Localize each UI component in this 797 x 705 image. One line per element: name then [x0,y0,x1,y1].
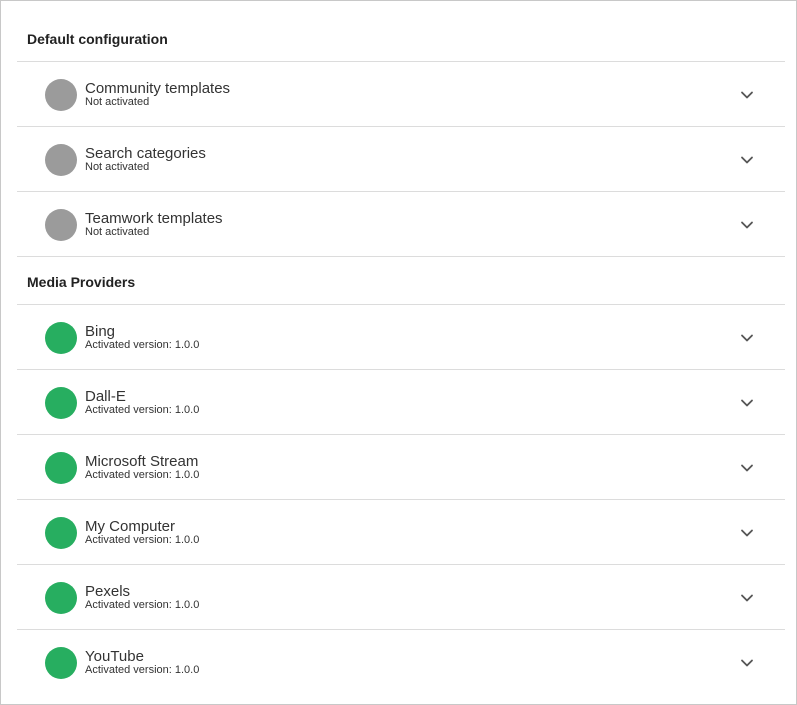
chevron-down-icon[interactable] [739,152,755,168]
chevron-down-icon[interactable] [739,217,755,233]
status-dot-icon [45,144,77,176]
status-dot-icon [45,209,77,241]
media-providers-section: Media Providers Bing Activated version: … [17,259,785,695]
item-status: Activated version: 1.0.0 [85,599,200,611]
item-row[interactable]: Bing Activated version: 1.0.0 [17,305,785,370]
item-name: Bing [85,323,116,340]
item-name: Teamwork templates [85,210,223,227]
item-row[interactable]: Teamwork templates Not activated [17,192,785,257]
chevron-down-icon[interactable] [739,590,755,606]
chevron-down-icon[interactable] [739,525,755,541]
chevron-down-icon[interactable] [739,330,755,346]
item-row[interactable]: Dall-E Activated version: 1.0.0 [17,370,785,435]
configuration-panel: Default configuration Community template… [0,0,797,705]
item-status: Activated version: 1.0.0 [85,534,200,546]
item-name: My Computer [85,518,176,535]
status-dot-icon [45,517,77,549]
item-name: Community templates [85,80,231,97]
item-row[interactable]: Pexels Activated version: 1.0.0 [17,565,785,630]
item-row[interactable]: My Computer Activated version: 1.0.0 [17,500,785,565]
default-configuration-section: Default configuration Community template… [17,16,785,257]
chevron-down-icon[interactable] [739,87,755,103]
chevron-down-icon[interactable] [739,395,755,411]
item-status: Not activated [85,226,150,238]
item-name: Dall-E [85,388,126,405]
item-row[interactable]: Microsoft Stream Activated version: 1.0.… [17,435,785,500]
item-status: Activated version: 1.0.0 [85,469,200,481]
status-dot-icon [45,79,77,111]
item-name: Search categories [85,145,206,162]
section-title-media-providers: Media Providers [17,259,785,305]
chevron-down-icon[interactable] [739,655,755,671]
section-title-default-configuration: Default configuration [17,16,785,62]
item-row[interactable]: Search categories Not activated [17,127,785,192]
status-dot-icon [45,322,77,354]
status-dot-icon [45,387,77,419]
item-status: Activated version: 1.0.0 [85,404,200,416]
item-status: Not activated [85,161,150,173]
item-name: YouTube [85,648,144,665]
item-status: Not activated [85,96,150,108]
item-row[interactable]: Community templates Not activated [17,62,785,127]
status-dot-icon [45,582,77,614]
item-name: Pexels [85,583,131,600]
item-status: Activated version: 1.0.0 [85,664,200,676]
item-status: Activated version: 1.0.0 [85,339,200,351]
status-dot-icon [45,452,77,484]
status-dot-icon [45,647,77,679]
chevron-down-icon[interactable] [739,460,755,476]
item-name: Microsoft Stream [85,453,199,470]
item-row[interactable]: YouTube Activated version: 1.0.0 [17,630,785,695]
